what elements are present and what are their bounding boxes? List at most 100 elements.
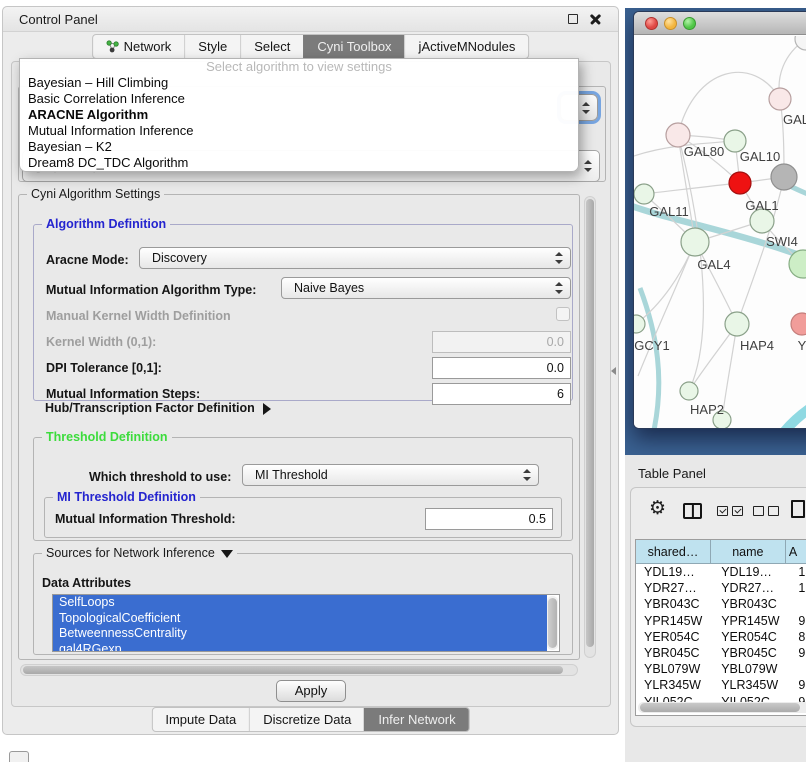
algorithm-dropdown-popup: Select algorithm to view settings Bayesi… — [19, 58, 579, 172]
settings-horizontal-scrollbar[interactable] — [20, 664, 578, 676]
network-canvas[interactable]: GAL GAL80 GAL10 GAL11 GAL1 SWI4 GAL4 GCY… — [634, 36, 806, 428]
which-threshold-combo[interactable]: MI Threshold — [242, 464, 539, 486]
close-icon[interactable] — [590, 13, 602, 25]
manual-kernel-width-label: Manual Kernel Width Definition — [46, 309, 231, 323]
tab-select[interactable]: Select — [240, 35, 303, 58]
table-row[interactable]: YBR045C YBR045C 9. — [636, 645, 806, 661]
aracne-mode-combo[interactable]: Discovery — [139, 247, 571, 269]
bottom-left-partial-icon — [9, 751, 29, 762]
network-graph — [634, 36, 806, 428]
manual-kernel-width-checkbox[interactable] — [556, 307, 570, 321]
page-icon[interactable] — [791, 500, 805, 518]
table-row[interactable]: YDR27… YDR27… 12 — [636, 580, 806, 596]
node-label: GAL10 — [740, 149, 780, 164]
tab-style[interactable]: Style — [184, 35, 240, 58]
list-item[interactable]: TopologicalCoefficient — [53, 611, 547, 627]
cell: 9. — [790, 645, 806, 661]
mi-algorithm-type-combo[interactable]: Naive Bayes — [281, 277, 571, 299]
mac-zoom-icon[interactable] — [683, 17, 696, 30]
desktop-background: GAL GAL80 GAL10 GAL11 GAL1 SWI4 GAL4 GCY… — [625, 8, 806, 455]
cell: YBR043C — [713, 596, 790, 612]
cell: YDR27… — [636, 580, 713, 596]
table-row[interactable]: YBR043C YBR043C — [636, 596, 806, 612]
cyni-algorithm-settings-title: Cyni Algorithm Settings — [27, 187, 164, 201]
tab-cyni-toolbox-label: Cyni Toolbox — [317, 39, 391, 54]
table-row[interactable]: YPR145W YPR145W 9. — [636, 613, 806, 629]
column-header[interactable]: name — [711, 540, 786, 563]
table-horizontal-scrollbar[interactable] — [638, 702, 806, 713]
node-label: GAL4 — [697, 257, 730, 272]
tab-jactivemnodules[interactable]: jActiveMNodules — [405, 35, 529, 58]
list-scrollbar[interactable] — [547, 596, 558, 650]
dpi-tolerance-label: DPI Tolerance [0,1]: — [46, 361, 162, 375]
list-item[interactable]: BetweennessCentrality — [53, 626, 547, 642]
mi-steps-field[interactable]: 6 — [432, 383, 571, 405]
column-header[interactable]: A — [786, 540, 806, 563]
tab-infer-network[interactable]: Infer Network — [364, 708, 468, 731]
node-table[interactable]: shared… name A YDL19… YDL19… 13 YDR27… Y… — [635, 539, 806, 716]
aracne-mode-label: Aracne Mode: — [46, 253, 129, 267]
expand-right-icon — [263, 403, 271, 415]
tab-select-label: Select — [254, 39, 290, 54]
dropdown-item-selected[interactable]: ARACNE Algorithm — [20, 107, 578, 123]
data-attributes-list[interactable]: SelfLoops TopologicalCoefficient Between… — [52, 594, 560, 652]
columns-icon[interactable] — [683, 503, 702, 519]
cell: YDL19… — [713, 564, 790, 580]
cell: YPR145W — [636, 613, 713, 629]
apply-button[interactable]: Apply — [276, 680, 346, 702]
data-attributes-label: Data Attributes — [42, 576, 131, 590]
gear-icon[interactable]: ⚙ — [649, 497, 666, 519]
checked-checkbox-icon[interactable] — [732, 506, 743, 516]
combo-arrows-icon — [523, 469, 531, 481]
list-item[interactable]: gal4RGexp — [53, 642, 547, 653]
cell: 12 — [790, 580, 806, 596]
cell: 9. — [790, 677, 806, 693]
control-panel-tab-bar: Network Style Select Cyni Toolbox jActiv… — [92, 34, 530, 59]
unchecked-checkbox-icon[interactable] — [768, 506, 779, 516]
mac-close-icon[interactable] — [645, 17, 658, 30]
kernel-width-field[interactable]: 0.0 — [432, 331, 571, 353]
sources-title[interactable]: Sources for Network Inference — [42, 546, 237, 560]
dpi-tolerance-field[interactable]: 0.0 — [432, 357, 571, 379]
cell: 13 — [790, 564, 806, 580]
table-row[interactable]: YDL19… YDL19… 13 — [636, 564, 806, 580]
dropdown-item[interactable]: Dream8 DC_TDC Algorithm — [20, 155, 578, 171]
mi-algorithm-type-value: Naive Bayes — [294, 281, 364, 295]
hub-definition-toggle[interactable]: Hub/Transcription Factor Definition — [45, 401, 271, 415]
collapse-down-icon — [221, 550, 233, 558]
unchecked-checkbox-icon[interactable] — [753, 506, 764, 516]
float-window-icon[interactable] — [568, 14, 578, 24]
settings-vertical-scrollbar[interactable] — [584, 196, 596, 658]
table-row[interactable]: YER054C YER054C 8. — [636, 629, 806, 645]
tab-network-label: Network — [124, 39, 172, 54]
panel-divider-handle[interactable] — [611, 367, 616, 375]
mi-threshold-field[interactable]: 0.5 — [425, 508, 553, 530]
dropdown-item[interactable]: Basic Correlation Inference — [20, 91, 578, 107]
cell: YLR345W — [636, 677, 713, 693]
control-panel: Control Panel Network — [2, 6, 619, 735]
dropdown-item[interactable]: Bayesian – K2 — [20, 139, 578, 155]
cyni-algorithm-settings-group: Cyni Algorithm Settings Algorithm Defini… — [18, 194, 580, 660]
tab-style-label: Style — [198, 39, 227, 54]
tab-network[interactable]: Network — [93, 35, 185, 58]
node-label: SWI4 — [766, 234, 798, 249]
kernel-width-value: 0.0 — [547, 335, 564, 349]
network-window[interactable]: GAL GAL80 GAL10 GAL11 GAL1 SWI4 GAL4 GCY… — [633, 11, 806, 429]
control-panel-titlebar: Control Panel — [3, 7, 618, 32]
combo-arrows-icon — [584, 160, 592, 172]
table-panel: Table Panel ⚙ shared… name A YDL19… YDL1… — [625, 455, 806, 762]
tab-discretize-data[interactable]: Discretize Data — [249, 708, 364, 731]
sources-group: Sources for Network Inference Data Attri… — [33, 553, 573, 655]
mac-minimize-icon[interactable] — [664, 17, 677, 30]
dropdown-item[interactable]: Bayesian – Hill Climbing — [20, 75, 578, 91]
checked-checkbox-icon[interactable] — [717, 506, 728, 516]
network-window-titlebar[interactable] — [634, 12, 806, 35]
dropdown-item[interactable]: Mutual Information Inference — [20, 123, 578, 139]
tab-cyni-toolbox[interactable]: Cyni Toolbox — [303, 35, 404, 58]
tab-impute-data[interactable]: Impute Data — [152, 708, 249, 731]
list-item[interactable]: SelfLoops — [53, 595, 547, 611]
table-row[interactable]: YLR345W YLR345W 9. — [636, 677, 806, 693]
column-header[interactable]: shared… — [636, 540, 711, 563]
table-row[interactable]: YBL079W YBL079W — [636, 661, 806, 677]
mi-algorithm-type-label: Mutual Information Algorithm Type: — [46, 283, 256, 297]
